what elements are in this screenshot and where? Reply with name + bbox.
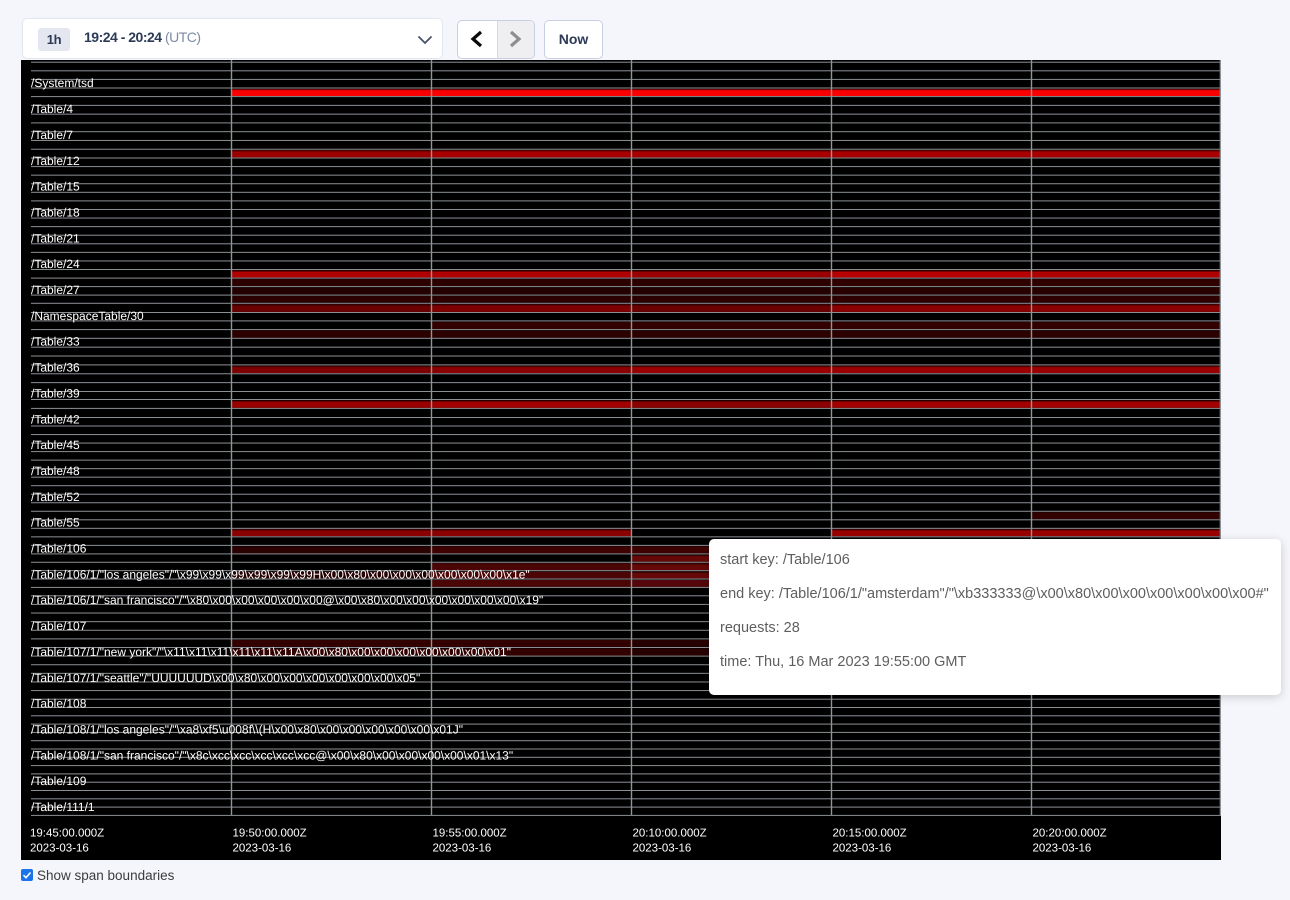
svg-text:/Table/27: /Table/27 (31, 283, 80, 297)
svg-text:/Table/111/1: /Table/111/1 (31, 800, 95, 814)
svg-text:2023-03-16: 2023-03-16 (233, 843, 292, 855)
svg-text:2023-03-16: 2023-03-16 (433, 843, 492, 855)
svg-text:/Table/18: /Table/18 (31, 205, 80, 219)
svg-text:19:55:00.000Z: 19:55:00.000Z (433, 828, 507, 840)
svg-text:/NamespaceTable/30: /NamespaceTable/30 (31, 309, 144, 323)
svg-text:/Table/107/1/"new york"/"\x11\: /Table/107/1/"new york"/"\x11\x11\x11\x1… (31, 645, 511, 659)
svg-text:/Table/15: /Table/15 (31, 180, 80, 194)
svg-text:/Table/39: /Table/39 (31, 386, 80, 400)
svg-text:/Table/45: /Table/45 (31, 438, 80, 452)
svg-text:20:20:00.000Z: 20:20:00.000Z (1033, 828, 1107, 840)
svg-text:/Table/109: /Table/109 (31, 774, 87, 788)
svg-text:/Table/55: /Table/55 (31, 516, 80, 530)
svg-text:/Table/12: /Table/12 (31, 154, 80, 168)
svg-text:/Table/108/1/"san francisco"/": /Table/108/1/"san francisco"/"\x8c\xcc\x… (31, 748, 513, 762)
svg-text:/Table/108: /Table/108 (31, 697, 87, 711)
svg-text:2023-03-16: 2023-03-16 (833, 843, 892, 855)
svg-text:/Table/36: /Table/36 (31, 361, 80, 375)
svg-text:/Table/48: /Table/48 (31, 464, 80, 478)
svg-text:/Table/42: /Table/42 (31, 412, 80, 426)
svg-text:19:50:00.000Z: 19:50:00.000Z (233, 828, 307, 840)
svg-text:/Table/52: /Table/52 (31, 490, 80, 504)
svg-text:2023-03-16: 2023-03-16 (1033, 843, 1092, 855)
svg-text:/Table/106: /Table/106 (31, 542, 87, 556)
svg-text:/Table/107: /Table/107 (31, 619, 87, 633)
svg-text:/System/tsd: /System/tsd (31, 76, 94, 90)
svg-text:19:45:00.000Z: 19:45:00.000Z (30, 828, 104, 840)
svg-text:/Table/108/1/"los angeles"/"\x: /Table/108/1/"los angeles"/"\xa8\xf5\u00… (31, 722, 463, 736)
svg-text:20:10:00.000Z: 20:10:00.000Z (633, 828, 707, 840)
svg-text:20:15:00.000Z: 20:15:00.000Z (833, 828, 907, 840)
svg-text:/Table/24: /Table/24 (31, 257, 80, 271)
svg-text:/Table/106/1/"san francisco"/": /Table/106/1/"san francisco"/"\x80\x00\x… (31, 593, 543, 607)
svg-text:/Table/21: /Table/21 (31, 231, 80, 245)
svg-text:/Table/107/1/"seattle"/"UUUUUU: /Table/107/1/"seattle"/"UUUUUUD\x00\x80\… (31, 671, 420, 685)
svg-text:2023-03-16: 2023-03-16 (633, 843, 692, 855)
svg-text:/Table/33: /Table/33 (31, 335, 80, 349)
svg-text:2023-03-16: 2023-03-16 (30, 843, 89, 855)
svg-text:/Table/106/1/"los angeles"/"\x: /Table/106/1/"los angeles"/"\x99\x99\x99… (31, 567, 530, 581)
svg-text:/Table/4: /Table/4 (31, 102, 73, 116)
svg-text:/Table/7: /Table/7 (31, 128, 73, 142)
